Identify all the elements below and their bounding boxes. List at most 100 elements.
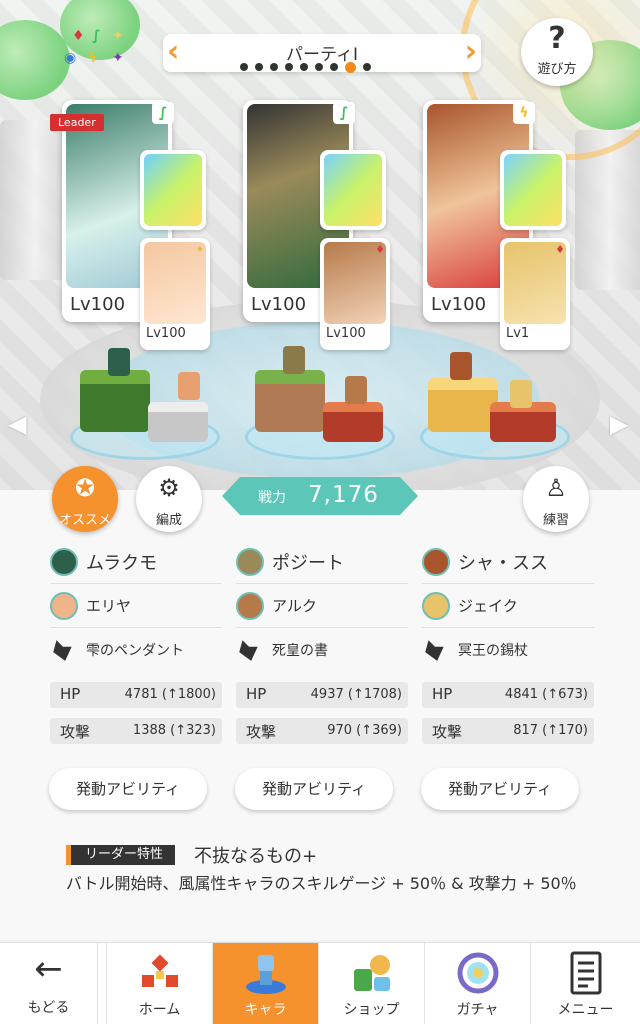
- leader-row: ポジート: [236, 540, 408, 584]
- attack-value: 1388 (↑323): [132, 723, 216, 738]
- nav-menu[interactable]: メニュー: [530, 943, 640, 1024]
- sub-card-3[interactable]: ♦ Lv1: [500, 238, 570, 350]
- light-attribute-icon: ✦: [195, 243, 205, 256]
- item-bag-icon: [239, 640, 258, 661]
- party-blocks-2: [245, 340, 405, 460]
- leader-row: シャ・スス: [422, 540, 594, 584]
- formation-icon: ⚙: [158, 474, 180, 502]
- leader-level: Lv100: [70, 294, 126, 315]
- recommend-icon: ✪: [74, 474, 96, 502]
- nav-label: ホーム: [138, 1002, 181, 1018]
- sub-name: エリヤ: [86, 597, 132, 615]
- page-dot[interactable]: [285, 63, 293, 71]
- page-dot[interactable]: [240, 63, 248, 71]
- page-dot[interactable]: [363, 63, 371, 71]
- sub-card-2[interactable]: ♦ Lv100: [320, 238, 390, 350]
- ability-button-1[interactable]: 発動アビリティ: [49, 768, 207, 810]
- chibi-character: [178, 372, 200, 400]
- nav-label: ショップ: [343, 1002, 400, 1018]
- scroll-left-icon[interactable]: ◀: [8, 410, 26, 438]
- leader-level: Lv100: [251, 294, 307, 315]
- hp-stat: HP 4841 (↑673): [422, 682, 594, 708]
- page-dot-active[interactable]: [345, 61, 356, 73]
- avatar: [422, 591, 450, 620]
- arrow-left-icon: ←: [34, 949, 63, 989]
- leader-name: ムラクモ: [86, 552, 158, 574]
- leader-skill-tag: リーダー特性: [66, 845, 176, 865]
- ability-button-2[interactable]: 発動アビリティ: [235, 768, 393, 810]
- home-icon: [141, 954, 178, 987]
- chibi-character: [450, 352, 472, 380]
- nav-gacha[interactable]: ガチャ: [424, 943, 530, 1024]
- brick-block: [490, 402, 556, 442]
- attack-label: 攻撃: [60, 723, 91, 741]
- recommend-button[interactable]: ✪ オススメ: [52, 466, 118, 532]
- nav-label: キャラ: [244, 1002, 287, 1018]
- page-dot[interactable]: [300, 63, 308, 71]
- item-bag-icon: [53, 640, 72, 661]
- nav-label: メニュー: [557, 1002, 614, 1018]
- practice-dummy-icon: ♙: [545, 474, 567, 502]
- hp-label: HP: [60, 685, 81, 703]
- formation-label: 編成: [155, 513, 182, 528]
- page-dot[interactable]: [315, 63, 323, 71]
- brick-block: [323, 402, 383, 442]
- page-dot[interactable]: [330, 63, 338, 71]
- page-dot[interactable]: [255, 63, 263, 71]
- hp-value: 4937 (↑1708): [310, 687, 402, 702]
- attack-stat: 攻撃 1388 (↑323): [50, 718, 222, 744]
- attack-label: 攻撃: [432, 723, 463, 741]
- book-icon: [324, 154, 382, 226]
- member-column-3: シャ・スス ジェイク 冥王の錫杖 HP 4841 (↑673) 攻撃 817 (…: [422, 540, 594, 744]
- attack-stat: 攻撃 817 (↑170): [422, 718, 594, 744]
- chibi-character: [283, 346, 305, 374]
- nav-label: ガチャ: [456, 1002, 499, 1018]
- light-element-icon: ✦: [112, 28, 124, 44]
- nav-character[interactable]: キャラ: [212, 943, 318, 1024]
- back-button[interactable]: ← もどる: [0, 943, 98, 1024]
- page-dot[interactable]: [270, 63, 278, 71]
- shop-icon: [353, 955, 390, 991]
- equip-slot-3[interactable]: [500, 150, 566, 230]
- nav-shop[interactable]: ショップ: [318, 943, 424, 1024]
- menu-icon: [570, 951, 601, 995]
- avatar: [236, 547, 264, 576]
- scroll-right-icon[interactable]: ▶: [610, 410, 628, 438]
- hp-value: 4841 (↑673): [504, 687, 588, 702]
- equip-name: 冥王の錫杖: [458, 643, 528, 659]
- leader-row: ムラクモ: [50, 540, 222, 584]
- perfume-bottle-icon: [144, 154, 202, 226]
- water-element-icon: ◉: [64, 50, 77, 66]
- thunder-element-icon: ϟ: [88, 50, 98, 66]
- formation-button[interactable]: ⚙ 編成: [136, 466, 202, 532]
- ability-button-3[interactable]: 発動アビリティ: [421, 768, 579, 810]
- nav-home[interactable]: ホーム: [106, 943, 212, 1024]
- help-label: 遊び方: [537, 62, 577, 77]
- hp-stat: HP 4937 (↑1708): [236, 682, 408, 708]
- dark-element-icon: ✦: [112, 50, 124, 66]
- avatar: [422, 547, 450, 576]
- power-label: 戦力: [258, 490, 286, 506]
- party-blocks-1: [70, 340, 230, 460]
- wind-attribute-icon: ∫: [152, 102, 174, 124]
- sub-row: エリヤ: [50, 584, 222, 628]
- attack-value: 970 (↑369): [327, 723, 402, 738]
- chibi-character: [108, 348, 130, 376]
- axe-icon: [504, 154, 562, 226]
- chevron-right-icon[interactable]: ›: [465, 36, 477, 68]
- sub-name: ジェイク: [458, 597, 518, 615]
- member-column-2: ポジート アルク 死皇の書 HP 4937 (↑1708) 攻撃 970 (↑3…: [236, 540, 408, 744]
- sub-row: アルク: [236, 584, 408, 628]
- party-page-dots: [240, 60, 371, 74]
- sub-card-1[interactable]: ✦ Lv100: [140, 238, 210, 350]
- party-power: 戦力 7,176: [222, 477, 418, 515]
- hp-label: HP: [246, 685, 267, 703]
- practice-button[interactable]: ♙ 練習: [523, 466, 589, 532]
- sub-level: Lv1: [506, 326, 530, 341]
- bottom-nav: ← もどる ホーム キャラ ショップ ガチャ メニュー: [0, 942, 640, 1024]
- avatar: [50, 547, 78, 576]
- help-button[interactable]: ? 遊び方: [521, 18, 593, 86]
- equip-slot-2[interactable]: [320, 150, 386, 230]
- equip-slot-1[interactable]: [140, 150, 206, 230]
- sub-name: アルク: [272, 597, 317, 615]
